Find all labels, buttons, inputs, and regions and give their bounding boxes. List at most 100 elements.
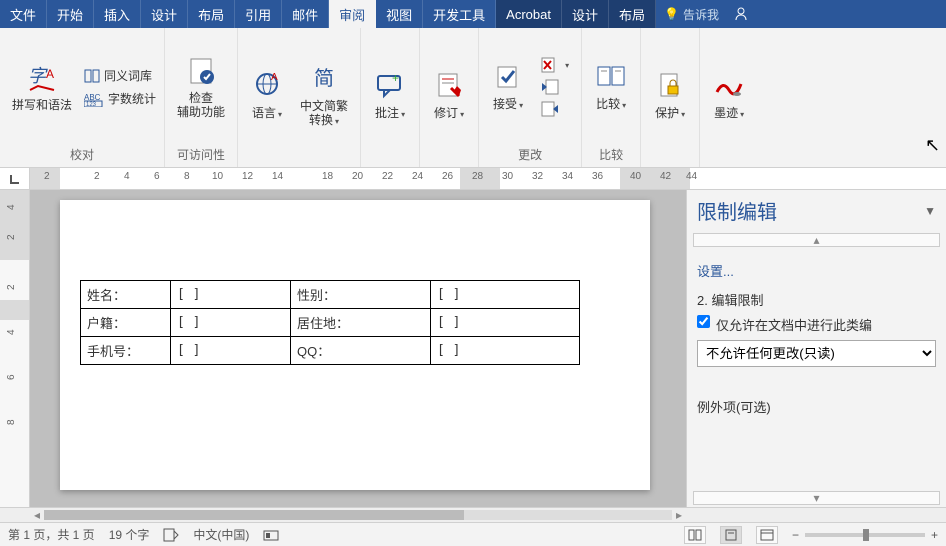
pane-checkbox-row[interactable]: 仅允许在文档中进行此类编 bbox=[697, 315, 936, 334]
group-language-label bbox=[242, 161, 356, 165]
spelling-label: 拼写和语法 bbox=[12, 98, 72, 112]
tracking-icon bbox=[433, 70, 465, 102]
zoom-in-button[interactable]: + bbox=[931, 528, 938, 542]
vertical-ruler[interactable]: 4 2 2 4 6 8 bbox=[0, 190, 30, 507]
view-print-button[interactable] bbox=[720, 526, 742, 544]
tab-layout[interactable]: 布局 bbox=[188, 0, 235, 28]
accessibility-button[interactable]: 检查 辅助功能 bbox=[169, 51, 233, 123]
spelling-icon: 字A bbox=[26, 62, 58, 94]
cell-phone-label[interactable]: 手机号： bbox=[81, 337, 171, 365]
group-language: A 语言▾ 简 中文简繁 转换▾ bbox=[238, 28, 361, 167]
cell-name-label[interactable]: 姓名： bbox=[81, 281, 171, 309]
next-change-button[interactable] bbox=[537, 99, 573, 119]
ruler-corner[interactable] bbox=[0, 168, 30, 189]
group-comments: + 批注▾ bbox=[361, 28, 420, 167]
spelling-button[interactable]: 字A 拼写和语法 bbox=[4, 58, 80, 116]
web-layout-icon bbox=[760, 529, 774, 541]
restrict-checkbox-label: 仅允许在文档中进行此类编 bbox=[716, 315, 872, 334]
cell-residence-value[interactable]: [ ] bbox=[431, 309, 580, 337]
chevron-down-icon: ▾ bbox=[335, 117, 339, 126]
tab-home[interactable]: 开始 bbox=[47, 0, 94, 28]
cell-huji-label[interactable]: 户籍： bbox=[81, 309, 171, 337]
hscroll-track[interactable] bbox=[44, 510, 672, 520]
chinese-convert-button[interactable]: 简 中文简繁 转换▾ bbox=[292, 59, 356, 133]
pane-settings-link[interactable]: 设置... bbox=[697, 261, 936, 280]
tab-references[interactable]: 引用 bbox=[235, 0, 282, 28]
status-words[interactable]: 19 个字 bbox=[109, 526, 150, 543]
view-read-button[interactable] bbox=[684, 526, 706, 544]
status-proof-icon[interactable] bbox=[163, 528, 179, 542]
accept-button[interactable]: 接受▾ bbox=[483, 57, 533, 117]
group-compare: 比较▾ 比较 bbox=[582, 28, 641, 167]
group-tracking: 修订▾ bbox=[420, 28, 479, 167]
accessibility-icon bbox=[185, 55, 217, 87]
cell-qq-label[interactable]: QQ： bbox=[291, 337, 431, 365]
group-protect: 保护▾ bbox=[641, 28, 700, 167]
comments-button[interactable]: + 批注▾ bbox=[365, 66, 415, 126]
chinese-convert-label: 中文简繁 转换▾ bbox=[300, 99, 348, 129]
cell-name-value[interactable]: [ ] bbox=[171, 281, 291, 309]
form-table[interactable]: 姓名： [ ] 性别： [ ] 户籍： [ ] 居住地： [ ] 手机号： [ … bbox=[80, 280, 580, 365]
status-macro-icon[interactable] bbox=[263, 528, 279, 542]
tab-table-design[interactable]: 设计 bbox=[562, 0, 609, 28]
tab-file[interactable]: 文件 bbox=[0, 0, 47, 28]
thesaurus-button[interactable]: 同义词库 bbox=[80, 65, 160, 86]
zoom-slider[interactable] bbox=[805, 533, 925, 537]
tab-table-layout[interactable]: 布局 bbox=[609, 0, 656, 28]
protect-button[interactable]: 保护▾ bbox=[645, 66, 695, 126]
tab-design[interactable]: 设计 bbox=[141, 0, 188, 28]
zoom-thumb[interactable] bbox=[863, 529, 869, 541]
svg-text:+: + bbox=[392, 71, 399, 85]
tracking-label: 修订▾ bbox=[434, 106, 464, 122]
comments-label: 批注▾ bbox=[375, 106, 405, 122]
pane-menu-button[interactable]: ▼ bbox=[924, 204, 936, 218]
tab-mailings[interactable]: 邮件 bbox=[282, 0, 329, 28]
tracking-button[interactable]: 修订▾ bbox=[424, 66, 474, 126]
document-area[interactable]: 姓名： [ ] 性别： [ ] 户籍： [ ] 居住地： [ ] 手机号： [ … bbox=[30, 190, 686, 507]
share-button[interactable] bbox=[727, 0, 755, 28]
cell-gender-label[interactable]: 性别： bbox=[291, 281, 431, 309]
language-button[interactable]: A 语言▾ bbox=[242, 66, 292, 126]
ink-button[interactable]: 墨迹▾ bbox=[704, 66, 754, 126]
accessibility-label: 检查 辅助功能 bbox=[177, 91, 225, 119]
tab-developer[interactable]: 开发工具 bbox=[423, 0, 496, 28]
cell-qq-value[interactable]: [ ] bbox=[431, 337, 580, 365]
chevron-down-icon: ▾ bbox=[519, 101, 523, 110]
hscroll-left[interactable]: ◂ bbox=[30, 508, 44, 522]
zoom-out-button[interactable]: − bbox=[792, 528, 799, 542]
group-accessibility: 检查 辅助功能 可访问性 bbox=[165, 28, 238, 167]
tab-view[interactable]: 视图 bbox=[376, 0, 423, 28]
chevron-down-icon: ▾ bbox=[740, 110, 744, 119]
svg-text:A: A bbox=[46, 67, 54, 81]
cell-huji-value[interactable]: [ ] bbox=[171, 309, 291, 337]
restrict-checkbox[interactable] bbox=[697, 315, 710, 328]
pane-scroll-down[interactable]: ▾ bbox=[693, 491, 940, 505]
cell-residence-label[interactable]: 居住地： bbox=[291, 309, 431, 337]
status-language[interactable]: 中文(中国) bbox=[193, 526, 249, 543]
hruler-scale[interactable]: 2 2 4 6 8 10 12 14 18 20 22 24 26 28 30 … bbox=[30, 168, 946, 189]
wordcount-button[interactable]: ABC123 字数统计 bbox=[80, 88, 160, 109]
status-page[interactable]: 第 1 页，共 1 页 bbox=[8, 526, 95, 543]
tab-bar: 文件 开始 插入 设计 布局 引用 邮件 审阅 视图 开发工具 Acrobat … bbox=[0, 0, 946, 28]
language-label: 语言▾ bbox=[252, 106, 282, 122]
pane-scroll-up[interactable]: ▴ bbox=[693, 233, 940, 247]
svg-text:简: 简 bbox=[314, 67, 334, 90]
tab-review[interactable]: 审阅 bbox=[329, 0, 376, 28]
cell-phone-value[interactable]: [ ] bbox=[171, 337, 291, 365]
reject-button[interactable]: ▾ bbox=[537, 55, 573, 75]
pane-title: 限制编辑 bbox=[697, 196, 777, 225]
view-web-button[interactable] bbox=[756, 526, 778, 544]
hscroll-right[interactable]: ▸ bbox=[672, 508, 686, 522]
cell-gender-value[interactable]: [ ] bbox=[431, 281, 580, 309]
hscroll-thumb[interactable] bbox=[44, 510, 464, 520]
tab-acrobat[interactable]: Acrobat bbox=[496, 0, 562, 28]
group-proofing: 字A 拼写和语法 同义词库 ABC123 字数统计 校对 bbox=[0, 28, 165, 167]
previous-change-button[interactable] bbox=[537, 77, 573, 97]
tell-me[interactable]: 💡 告诉我 bbox=[656, 0, 727, 28]
ribbon: 字A 拼写和语法 同义词库 ABC123 字数统计 校对 检查 辅助功能 bbox=[0, 28, 946, 168]
restrict-type-select[interactable]: 不允许任何更改(只读) bbox=[697, 340, 936, 367]
chevron-down-icon: ▾ bbox=[813, 491, 819, 505]
wordcount-label: 字数统计 bbox=[108, 90, 156, 107]
compare-button[interactable]: 比较▾ bbox=[586, 57, 636, 117]
tab-insert[interactable]: 插入 bbox=[94, 0, 141, 28]
